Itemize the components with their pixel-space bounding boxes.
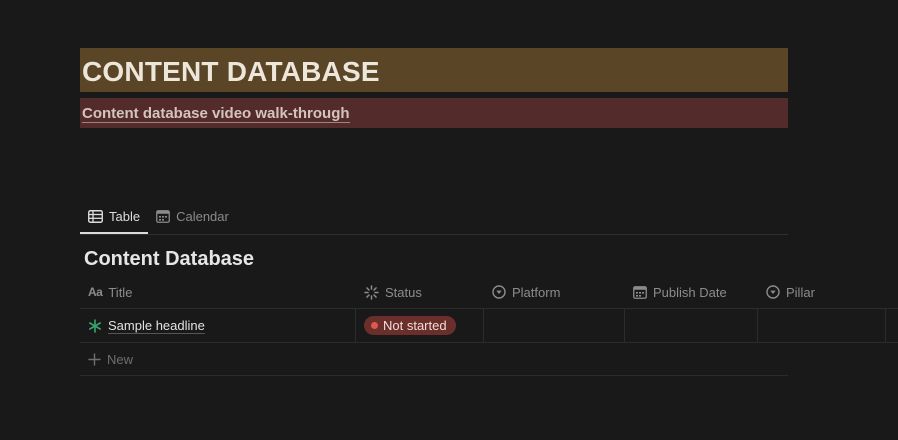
database-title[interactable]: Content Database xyxy=(84,248,254,271)
row-title[interactable]: Sample headline xyxy=(108,318,205,333)
status-label: Not started xyxy=(383,318,447,333)
new-row: New xyxy=(80,343,788,376)
tab-calendar-label: Calendar xyxy=(176,209,229,224)
walkthrough-link[interactable]: Content database video walk-through xyxy=(82,105,350,123)
tab-table-label: Table xyxy=(109,208,141,224)
view-tabs: Table Calendar xyxy=(80,200,788,235)
column-header-label: Publish Date xyxy=(653,284,727,300)
page-title-banner: CONTENT DATABASE xyxy=(80,48,788,92)
database-table: Aa Title Status Platform Publish Date Pi… xyxy=(80,276,898,376)
row-publish-date-cell[interactable] xyxy=(625,309,758,342)
asterisk-icon xyxy=(88,318,101,333)
column-header-platform[interactable]: Platform xyxy=(484,276,625,308)
table-header-row: Aa Title Status Platform Publish Date Pi… xyxy=(80,276,898,309)
column-header-label: Pillar xyxy=(786,284,815,300)
column-header-label: Platform xyxy=(512,284,561,300)
status-badge: Not started xyxy=(364,316,456,335)
tab-calendar[interactable]: Calendar xyxy=(148,200,237,233)
select-chevron-icon xyxy=(492,285,506,299)
row-more-cell xyxy=(886,309,898,342)
row-platform-cell[interactable] xyxy=(484,309,625,342)
calendar-icon xyxy=(156,210,170,223)
tab-table[interactable]: Table xyxy=(80,200,149,234)
column-header-status[interactable]: Status xyxy=(356,276,484,308)
status-spinner-icon xyxy=(364,284,379,300)
walkthrough-banner: Content database video walk-through xyxy=(80,98,788,128)
table-icon xyxy=(88,209,103,223)
text-aa-icon: Aa xyxy=(88,285,103,299)
column-header-label: Title xyxy=(108,284,133,300)
row-status-cell[interactable]: Not started xyxy=(356,309,484,342)
row-title-cell[interactable]: Sample headline xyxy=(80,309,356,342)
column-header-title[interactable]: Aa Title xyxy=(80,276,356,308)
table-row: Sample headline Not started xyxy=(80,309,898,343)
column-header-pillar[interactable]: Pillar xyxy=(758,276,886,308)
status-dot-icon xyxy=(371,322,378,329)
row-pillar-cell[interactable] xyxy=(758,309,886,342)
plus-icon xyxy=(88,352,101,366)
new-row-label: New xyxy=(107,351,134,367)
calendar-icon xyxy=(633,285,647,299)
page-title: CONTENT DATABASE xyxy=(82,56,380,87)
new-row-button[interactable]: New xyxy=(80,343,141,375)
column-header-label: Status xyxy=(385,284,422,300)
select-chevron-icon xyxy=(766,285,780,299)
column-header-publish-date[interactable]: Publish Date xyxy=(625,276,758,308)
